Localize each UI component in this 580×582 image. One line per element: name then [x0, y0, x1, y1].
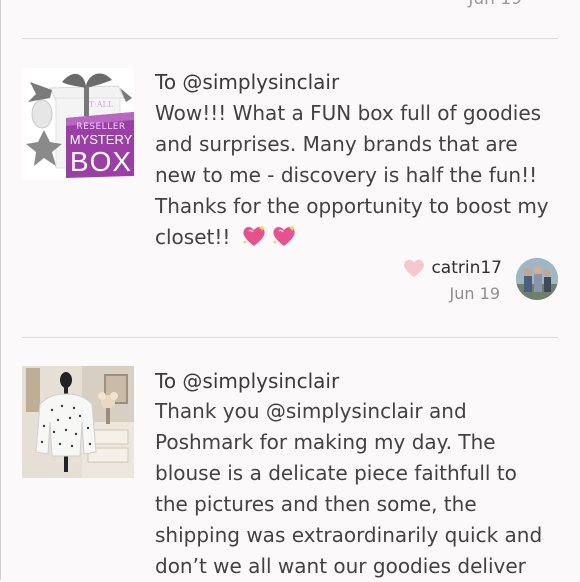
heart-icon[interactable] [403, 258, 425, 278]
review-line: Thank you @simplysinclair and [155, 399, 467, 423]
review-text: Wow!!! What a FUN box full of goodies an… [155, 98, 565, 253]
image-reseller-text: RESELLER [76, 122, 126, 132]
review-line: closet!! [155, 225, 231, 249]
review-line: blouse is a delicate piece faithfull to [155, 461, 517, 485]
image-brand-text: T·ALL [88, 100, 114, 109]
previous-review-footer: Jun 19 [468, 0, 552, 9]
left-border [0, 0, 1, 580]
review-meta: catrin17 Jun 19 [403, 258, 502, 303]
user-avatar[interactable] [516, 258, 558, 300]
blouse-image[interactable] [22, 366, 134, 478]
review-line: shipping was extraordinarily quick and [155, 523, 543, 547]
image-box-text: BOX [69, 146, 133, 177]
review-line: Poshmark for making my day. The [155, 430, 496, 454]
image-mystery-text: MYSTERY [69, 132, 133, 147]
recipient: To @simplysinclair [155, 369, 340, 393]
review-line: Wow!!! What a FUN box full of goodies [155, 101, 542, 125]
sparkling-heart-icon [242, 225, 265, 246]
review-text: Thank you @simplysinclair and Poshmark f… [155, 396, 565, 582]
mystery-box-image[interactable]: T·ALL RESELLER MYSTERY BOX [22, 68, 134, 180]
sparkling-heart-icon [272, 225, 295, 246]
divider [22, 337, 558, 338]
review-line: and surprises. Many brands that are [155, 132, 518, 156]
recipient: To @simplysinclair [155, 70, 340, 94]
review-date: Jun 19 [449, 284, 500, 303]
divider [22, 38, 558, 39]
review-line: Thanks for the opportunity to boost my [155, 194, 549, 218]
review-line: new to me - discovery is half the fun!! [155, 163, 538, 187]
previous-review-date: Jun 19 [468, 0, 522, 9]
username-link[interactable]: catrin17 [431, 258, 502, 278]
review-line: the pictures and then some, the [155, 492, 477, 516]
review-line: don’t we all want our goodies deliver [155, 554, 526, 578]
